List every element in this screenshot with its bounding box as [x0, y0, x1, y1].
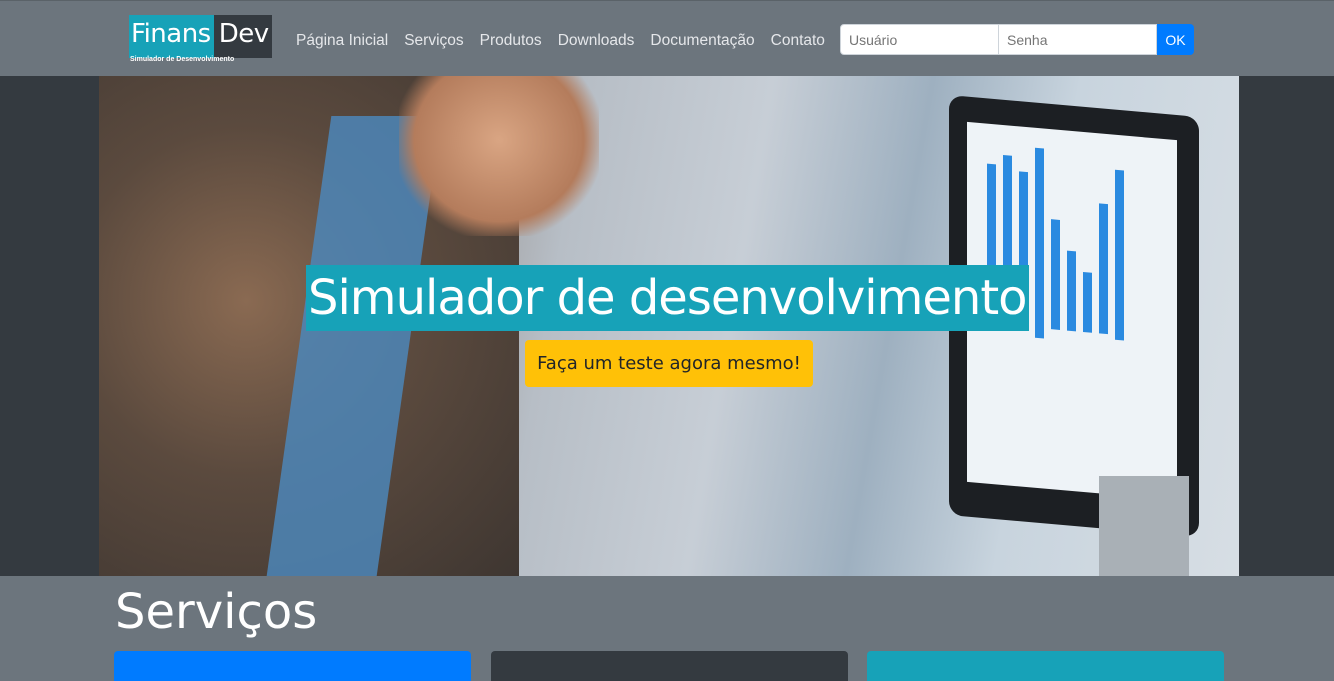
service-card-1[interactable] [114, 651, 471, 681]
nav-link-downloads[interactable]: Downloads [558, 32, 635, 50]
hero-person-face [399, 76, 599, 236]
brand-logo[interactable]: Finans Dev Simulador de Desenvolvimento [129, 15, 272, 63]
try-now-button[interactable]: Faça um teste agora mesmo! [525, 340, 813, 387]
username-input[interactable] [840, 24, 999, 55]
nav-link-products[interactable]: Produtos [480, 32, 542, 50]
main-nav: Página Inicial Serviços Produtos Downloa… [296, 32, 841, 50]
nav-link-documentation[interactable]: Documentação [650, 32, 754, 50]
brand-name-finans: Finans [131, 19, 211, 49]
login-submit-button[interactable]: OK [1157, 24, 1194, 55]
hero-section: Simulador de desenvolvimento Faça um tes… [0, 76, 1334, 576]
nav-link-services[interactable]: Serviços [404, 32, 463, 50]
nav-link-contact[interactable]: Contato [771, 32, 825, 50]
nav-link-home[interactable]: Página Inicial [296, 32, 388, 50]
hero-image: Simulador de desenvolvimento Faça um tes… [99, 76, 1239, 576]
service-card-2[interactable] [491, 651, 848, 681]
services-heading: Serviços [115, 584, 318, 640]
hero-title: Simulador de desenvolvimento [308, 270, 1028, 326]
login-form: OK [840, 24, 1194, 55]
hero-monitor-stand [1099, 476, 1189, 576]
brand-name-dev: Dev [218, 19, 269, 49]
brand-tagline: Simulador de Desenvolvimento [130, 56, 235, 63]
navbar: Finans Dev Simulador de Desenvolvimento P… [0, 0, 1334, 76]
hero-title-box: Simulador de desenvolvimento [306, 265, 1029, 331]
service-card-3[interactable] [867, 651, 1224, 681]
password-input[interactable] [999, 24, 1157, 55]
